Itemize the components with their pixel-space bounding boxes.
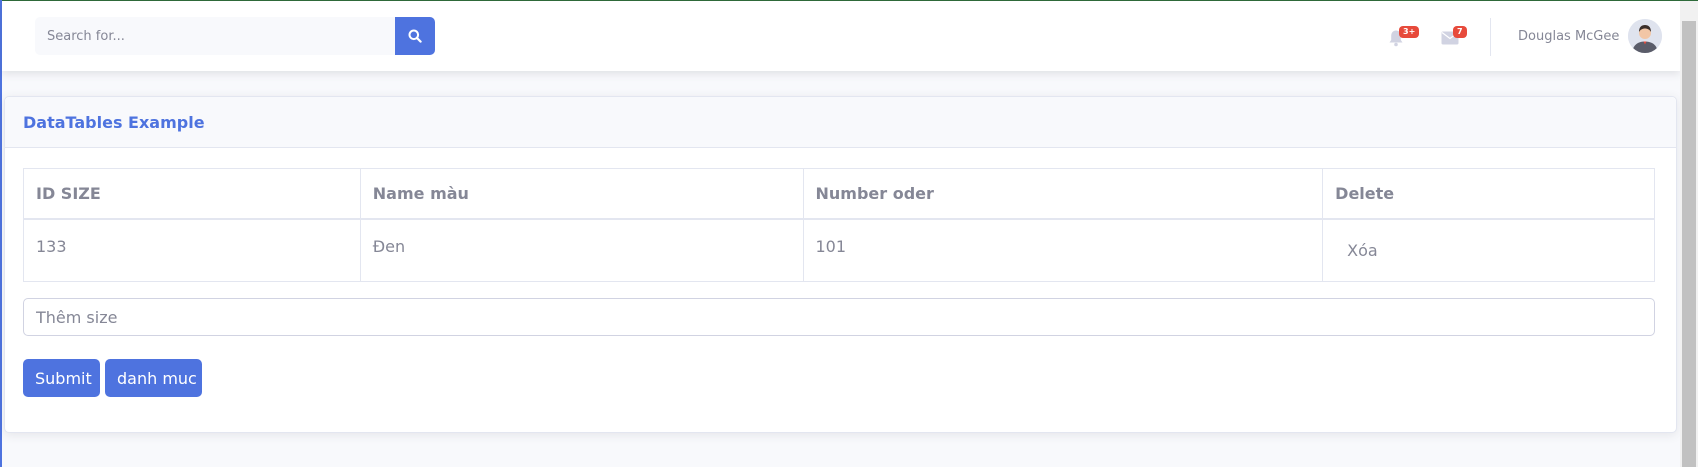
topbar-divider — [1490, 18, 1491, 56]
cell-id-size: 133 — [23, 218, 361, 282]
card-title: DataTables Example — [23, 112, 205, 132]
column-header-name: Name màu — [359, 168, 804, 220]
messages-button[interactable]: 7 — [1439, 23, 1469, 49]
search-input[interactable] — [35, 17, 395, 55]
search-group — [35, 17, 435, 55]
avatar — [1628, 19, 1663, 53]
scrollbar-thumb[interactable] — [1682, 21, 1696, 467]
user-menu[interactable]: Douglas McGee — [1518, 19, 1663, 53]
alerts-badge: 3+ — [1399, 26, 1420, 38]
user-avatar-icon — [1628, 19, 1663, 53]
size-table: ID SIZE Name màu Number oder Delete 133 … — [23, 168, 1655, 282]
data-table-card: DataTables Example ID SIZE Name màu Numb… — [4, 96, 1677, 433]
cell-name: Đen — [359, 218, 804, 282]
scrollbar[interactable] — [1680, 1, 1698, 467]
cell-delete: Xóa — [1322, 218, 1655, 282]
column-header-delete: Delete — [1322, 168, 1655, 220]
table-header-row: ID SIZE Name màu Number oder Delete — [23, 168, 1655, 220]
add-size-input[interactable] — [23, 298, 1655, 336]
messages-badge: 7 — [1453, 26, 1467, 38]
cell-number: 101 — [802, 218, 1324, 282]
submit-button[interactable]: Submit — [23, 359, 100, 397]
user-name: Douglas McGee — [1518, 28, 1620, 44]
search-icon — [408, 29, 422, 43]
category-button[interactable]: danh muc — [105, 359, 202, 397]
search-button[interactable] — [395, 17, 435, 55]
alerts-button[interactable]: 3+ — [1385, 23, 1420, 49]
column-header-id-size: ID SIZE — [23, 168, 361, 220]
column-header-number: Number oder — [802, 168, 1324, 220]
card-header: DataTables Example — [5, 97, 1676, 148]
delete-link[interactable]: Xóa — [1347, 241, 1378, 260]
topbar: 3+ 7 Douglas McGee — [2, 1, 1680, 71]
table-row: 133 Đen 101 Xóa — [23, 218, 1655, 282]
